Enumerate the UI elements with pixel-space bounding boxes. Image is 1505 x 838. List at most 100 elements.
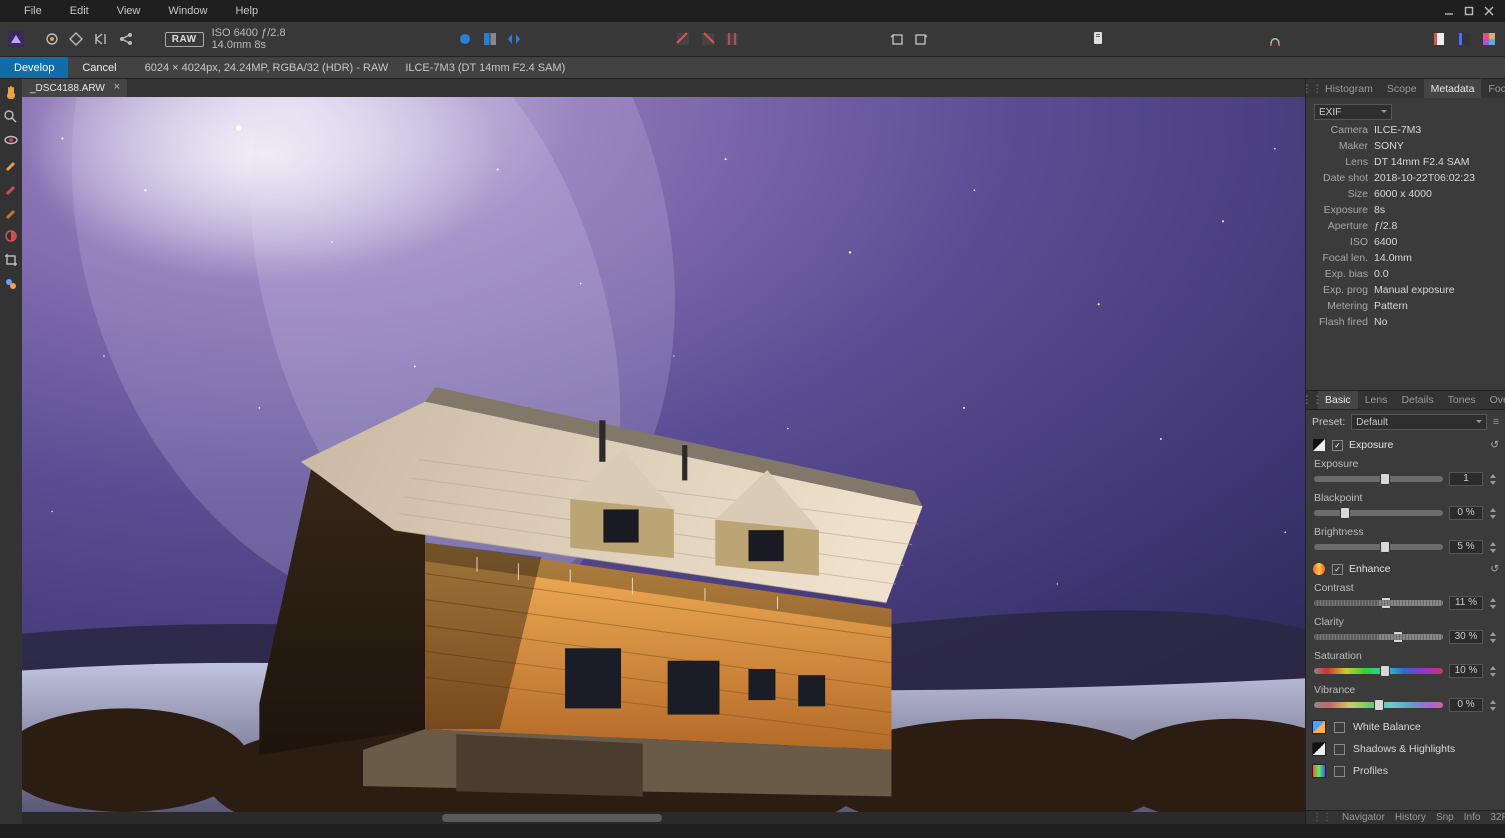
- enhance-checkbox[interactable]: ✓: [1332, 564, 1343, 575]
- slider-stepper[interactable]: [1489, 596, 1497, 610]
- rotate-right-icon[interactable]: [911, 27, 932, 51]
- tab-focus[interactable]: Focus: [1481, 79, 1505, 98]
- tab-info[interactable]: Info: [1464, 812, 1481, 823]
- book-blue-icon[interactable]: [1454, 27, 1475, 51]
- tab-metadata[interactable]: Metadata: [1424, 79, 1482, 98]
- overlay-gradient-tool-icon[interactable]: [2, 227, 20, 245]
- window-close-button[interactable]: [1479, 2, 1499, 20]
- slider-knob[interactable]: [1380, 473, 1390, 485]
- step-up-icon[interactable]: [1489, 698, 1497, 705]
- menu-help[interactable]: Help: [221, 0, 272, 22]
- slider-track[interactable]: [1314, 600, 1443, 606]
- tab-histogram[interactable]: Histogram: [1318, 79, 1380, 98]
- app-logo-icon[interactable]: [6, 27, 27, 51]
- step-up-icon[interactable]: [1489, 506, 1497, 513]
- persona-photo-icon[interactable]: [42, 27, 63, 51]
- slider-stepper[interactable]: [1489, 698, 1497, 712]
- slider-track[interactable]: [1314, 702, 1443, 708]
- menu-file[interactable]: File: [6, 0, 56, 22]
- section-checkbox[interactable]: [1334, 766, 1345, 777]
- slider-stepper[interactable]: [1489, 472, 1497, 486]
- slider-value[interactable]: 0 %: [1449, 506, 1483, 520]
- tab-scope[interactable]: Scope: [1380, 79, 1424, 98]
- step-up-icon[interactable]: [1489, 472, 1497, 479]
- slider-knob[interactable]: [1340, 507, 1350, 519]
- section-checkbox[interactable]: [1334, 722, 1345, 733]
- image-canvas[interactable]: [22, 97, 1305, 812]
- tab-snapshots[interactable]: Snp: [1436, 812, 1454, 823]
- step-down-icon[interactable]: [1489, 547, 1497, 554]
- collapsed-section[interactable]: Shadows & Highlights: [1306, 738, 1505, 760]
- rotate-left-icon[interactable]: [886, 27, 907, 51]
- section-checkbox[interactable]: [1334, 744, 1345, 755]
- step-up-icon[interactable]: [1489, 664, 1497, 671]
- section-exposure-header[interactable]: ✓ Exposure ↺: [1306, 434, 1505, 456]
- preset-menu-icon[interactable]: ≡: [1493, 416, 1499, 428]
- slider-track[interactable]: [1314, 510, 1443, 516]
- close-icon[interactable]: ×: [111, 81, 123, 93]
- cancel-button[interactable]: Cancel: [68, 57, 130, 78]
- exposure-checkbox[interactable]: ✓: [1332, 440, 1343, 451]
- slider-stepper[interactable]: [1489, 540, 1497, 554]
- slider-knob[interactable]: [1374, 699, 1384, 711]
- book-red-icon[interactable]: [1429, 27, 1450, 51]
- tab-tones[interactable]: Tones: [1441, 391, 1483, 409]
- slider-knob[interactable]: [1381, 597, 1391, 609]
- step-down-icon[interactable]: [1489, 637, 1497, 644]
- slider-track[interactable]: [1314, 476, 1443, 482]
- window-minimize-button[interactable]: [1439, 2, 1459, 20]
- white-balance-tool-icon[interactable]: [2, 275, 20, 293]
- menu-window[interactable]: Window: [154, 0, 221, 22]
- tab-basic[interactable]: Basic: [1318, 391, 1358, 409]
- slider-track[interactable]: [1314, 544, 1443, 550]
- assistant-icon[interactable]: [1088, 27, 1109, 51]
- window-maximize-button[interactable]: [1459, 2, 1479, 20]
- slider-value[interactable]: 0 %: [1449, 698, 1483, 712]
- blemish-tool-icon[interactable]: [2, 155, 20, 173]
- step-up-icon[interactable]: [1489, 540, 1497, 547]
- clip-tones-icon[interactable]: [722, 27, 743, 51]
- slider-knob[interactable]: [1380, 541, 1390, 553]
- channel-rgb-icon[interactable]: [455, 27, 476, 51]
- persona-develop-icon[interactable]: [91, 27, 112, 51]
- step-down-icon[interactable]: [1489, 513, 1497, 520]
- persona-liquify-icon[interactable]: [66, 27, 87, 51]
- snapping-icon[interactable]: [1264, 27, 1285, 51]
- overlay-paint-tool-icon[interactable]: [2, 179, 20, 197]
- slider-stepper[interactable]: [1489, 664, 1497, 678]
- pane-grip-icon[interactable]: ⋮⋮: [1306, 83, 1318, 95]
- mirror-view-icon[interactable]: [504, 27, 525, 51]
- develop-button[interactable]: Develop: [0, 57, 68, 78]
- slider-value[interactable]: 5 %: [1449, 540, 1483, 554]
- slider-value[interactable]: 10 %: [1449, 664, 1483, 678]
- horizontal-scrollbar[interactable]: [22, 812, 1305, 824]
- step-down-icon[interactable]: [1489, 479, 1497, 486]
- slider-knob[interactable]: [1380, 665, 1390, 677]
- swatches-icon[interactable]: [1478, 27, 1499, 51]
- slider-track[interactable]: [1314, 668, 1443, 674]
- document-tab[interactable]: _DSC4188.ARW ×: [22, 79, 127, 97]
- slider-knob[interactable]: [1393, 631, 1403, 643]
- collapsed-section[interactable]: White Balance: [1306, 716, 1505, 738]
- clip-shadows-icon[interactable]: [673, 27, 694, 51]
- slider-stepper[interactable]: [1489, 630, 1497, 644]
- tab-history[interactable]: History: [1395, 812, 1426, 823]
- collapsed-section[interactable]: Profiles: [1306, 760, 1505, 782]
- step-down-icon[interactable]: [1489, 671, 1497, 678]
- hand-tool-icon[interactable]: [2, 83, 20, 101]
- scrollbar-thumb[interactable]: [442, 814, 662, 822]
- step-up-icon[interactable]: [1489, 630, 1497, 637]
- menu-view[interactable]: View: [103, 0, 155, 22]
- preset-select[interactable]: Default: [1351, 414, 1487, 430]
- pane-grip-icon[interactable]: ⋮⋮: [1306, 394, 1318, 406]
- overlay-erase-tool-icon[interactable]: [2, 203, 20, 221]
- slider-value[interactable]: 30 %: [1449, 630, 1483, 644]
- step-down-icon[interactable]: [1489, 603, 1497, 610]
- pane-grip-icon[interactable]: ⋮⋮: [1312, 812, 1332, 823]
- menu-edit[interactable]: Edit: [56, 0, 103, 22]
- section-enhance-header[interactable]: ✓ Enhance ↺: [1306, 558, 1505, 580]
- slider-value[interactable]: 11 %: [1449, 596, 1483, 610]
- share-icon[interactable]: [115, 27, 136, 51]
- slider-value[interactable]: 1: [1449, 472, 1483, 486]
- metadata-mode-select[interactable]: EXIF: [1314, 104, 1392, 120]
